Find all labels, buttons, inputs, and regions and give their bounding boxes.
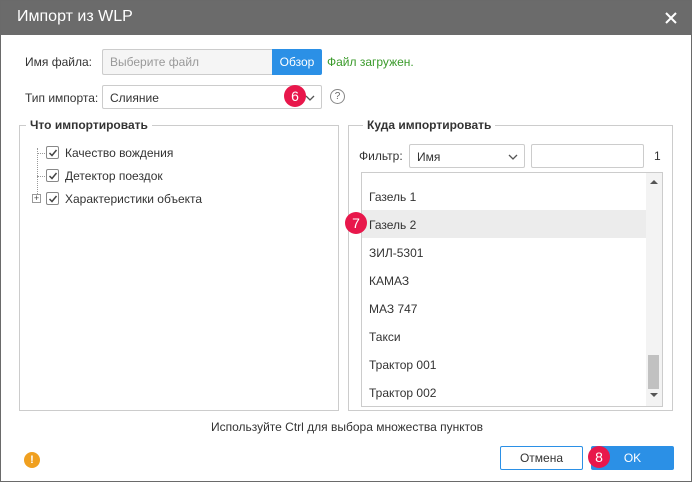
tree-item-object-characteristics[interactable]: Характеристики объекта [46, 191, 266, 209]
list-item-selected[interactable]: Газель 2 [362, 210, 646, 238]
list-item[interactable]: ЗИЛ-5301 [362, 238, 646, 266]
check-icon [48, 149, 58, 157]
import-dialog: Импорт из WLP Имя файла: Выберите файл О… [0, 0, 692, 482]
file-name-input[interactable]: Выберите файл [102, 49, 272, 75]
expand-plus-icon[interactable]: + [32, 194, 41, 203]
tree-item-trip-detector[interactable]: Детектор поездок [46, 168, 246, 186]
multiselect-hint: Используйте Ctrl для выбора множества пу… [210, 420, 484, 434]
check-icon [48, 195, 58, 203]
tree-item-label: Детектор поездок [65, 169, 163, 183]
list-item[interactable]: КАМАЗ [362, 266, 646, 294]
import-type-label: Тип импорта: [25, 91, 99, 105]
annotation-badge-8: 8 [588, 446, 610, 468]
what-to-import-group: Что импортировать Качество вождения Дете… [19, 118, 339, 411]
checkbox[interactable] [46, 146, 59, 159]
tree-item-label: Характеристики объекта [65, 192, 203, 206]
warning-icon[interactable]: ! [24, 452, 40, 468]
import-type-value: Слияние [110, 91, 159, 105]
list-item[interactable]: МАЗ 747 [362, 294, 646, 322]
checkbox[interactable] [46, 169, 59, 182]
help-icon[interactable]: ? [330, 89, 345, 104]
dialog-titlebar: Импорт из WLP [1, 1, 691, 35]
dialog-title: Импорт из WLP [17, 8, 133, 25]
list-item[interactable]: Трактор 001 [362, 350, 646, 378]
check-icon [48, 172, 58, 180]
filter-label: Фильтр: [359, 149, 403, 163]
tree-item-driving-quality[interactable]: Качество вождения [46, 145, 246, 163]
tree-item-label: Качество вождения [65, 146, 174, 160]
tree-line [37, 153, 45, 154]
list-item[interactable]: Такси [362, 322, 646, 350]
list-item[interactable]: Трактор 002 [362, 378, 646, 406]
scroll-up-icon[interactable] [650, 179, 658, 185]
filter-count: 1 [654, 149, 661, 163]
file-status-text: Файл загружен. [327, 55, 414, 69]
close-icon[interactable] [663, 10, 679, 26]
where-to-import-title: Куда импортировать [363, 118, 496, 132]
units-list[interactable]: Газель 1 Газель 2 ЗИЛ-5301 КАМАЗ МАЗ 747… [361, 172, 663, 407]
scroll-down-icon[interactable] [650, 392, 658, 398]
annotation-badge-6: 6 [284, 85, 306, 107]
checkbox[interactable] [46, 192, 59, 205]
file-name-label: Имя файла: [25, 55, 92, 69]
chevron-down-icon [508, 154, 518, 160]
tree-line [37, 176, 45, 177]
list-scrollbar[interactable] [646, 173, 662, 406]
cancel-button[interactable]: Отмена [500, 446, 583, 470]
filter-input[interactable] [531, 144, 644, 168]
what-to-import-title: Что импортировать [26, 118, 152, 132]
filter-select-value: Имя [417, 150, 441, 164]
list-item[interactable]: Газель 1 [362, 182, 646, 210]
scrollbar-thumb[interactable] [648, 355, 659, 389]
browse-button[interactable]: Обзор [272, 49, 322, 75]
filter-select[interactable]: Имя [409, 144, 525, 168]
chevron-down-icon [305, 95, 315, 101]
annotation-badge-7: 7 [345, 212, 367, 234]
